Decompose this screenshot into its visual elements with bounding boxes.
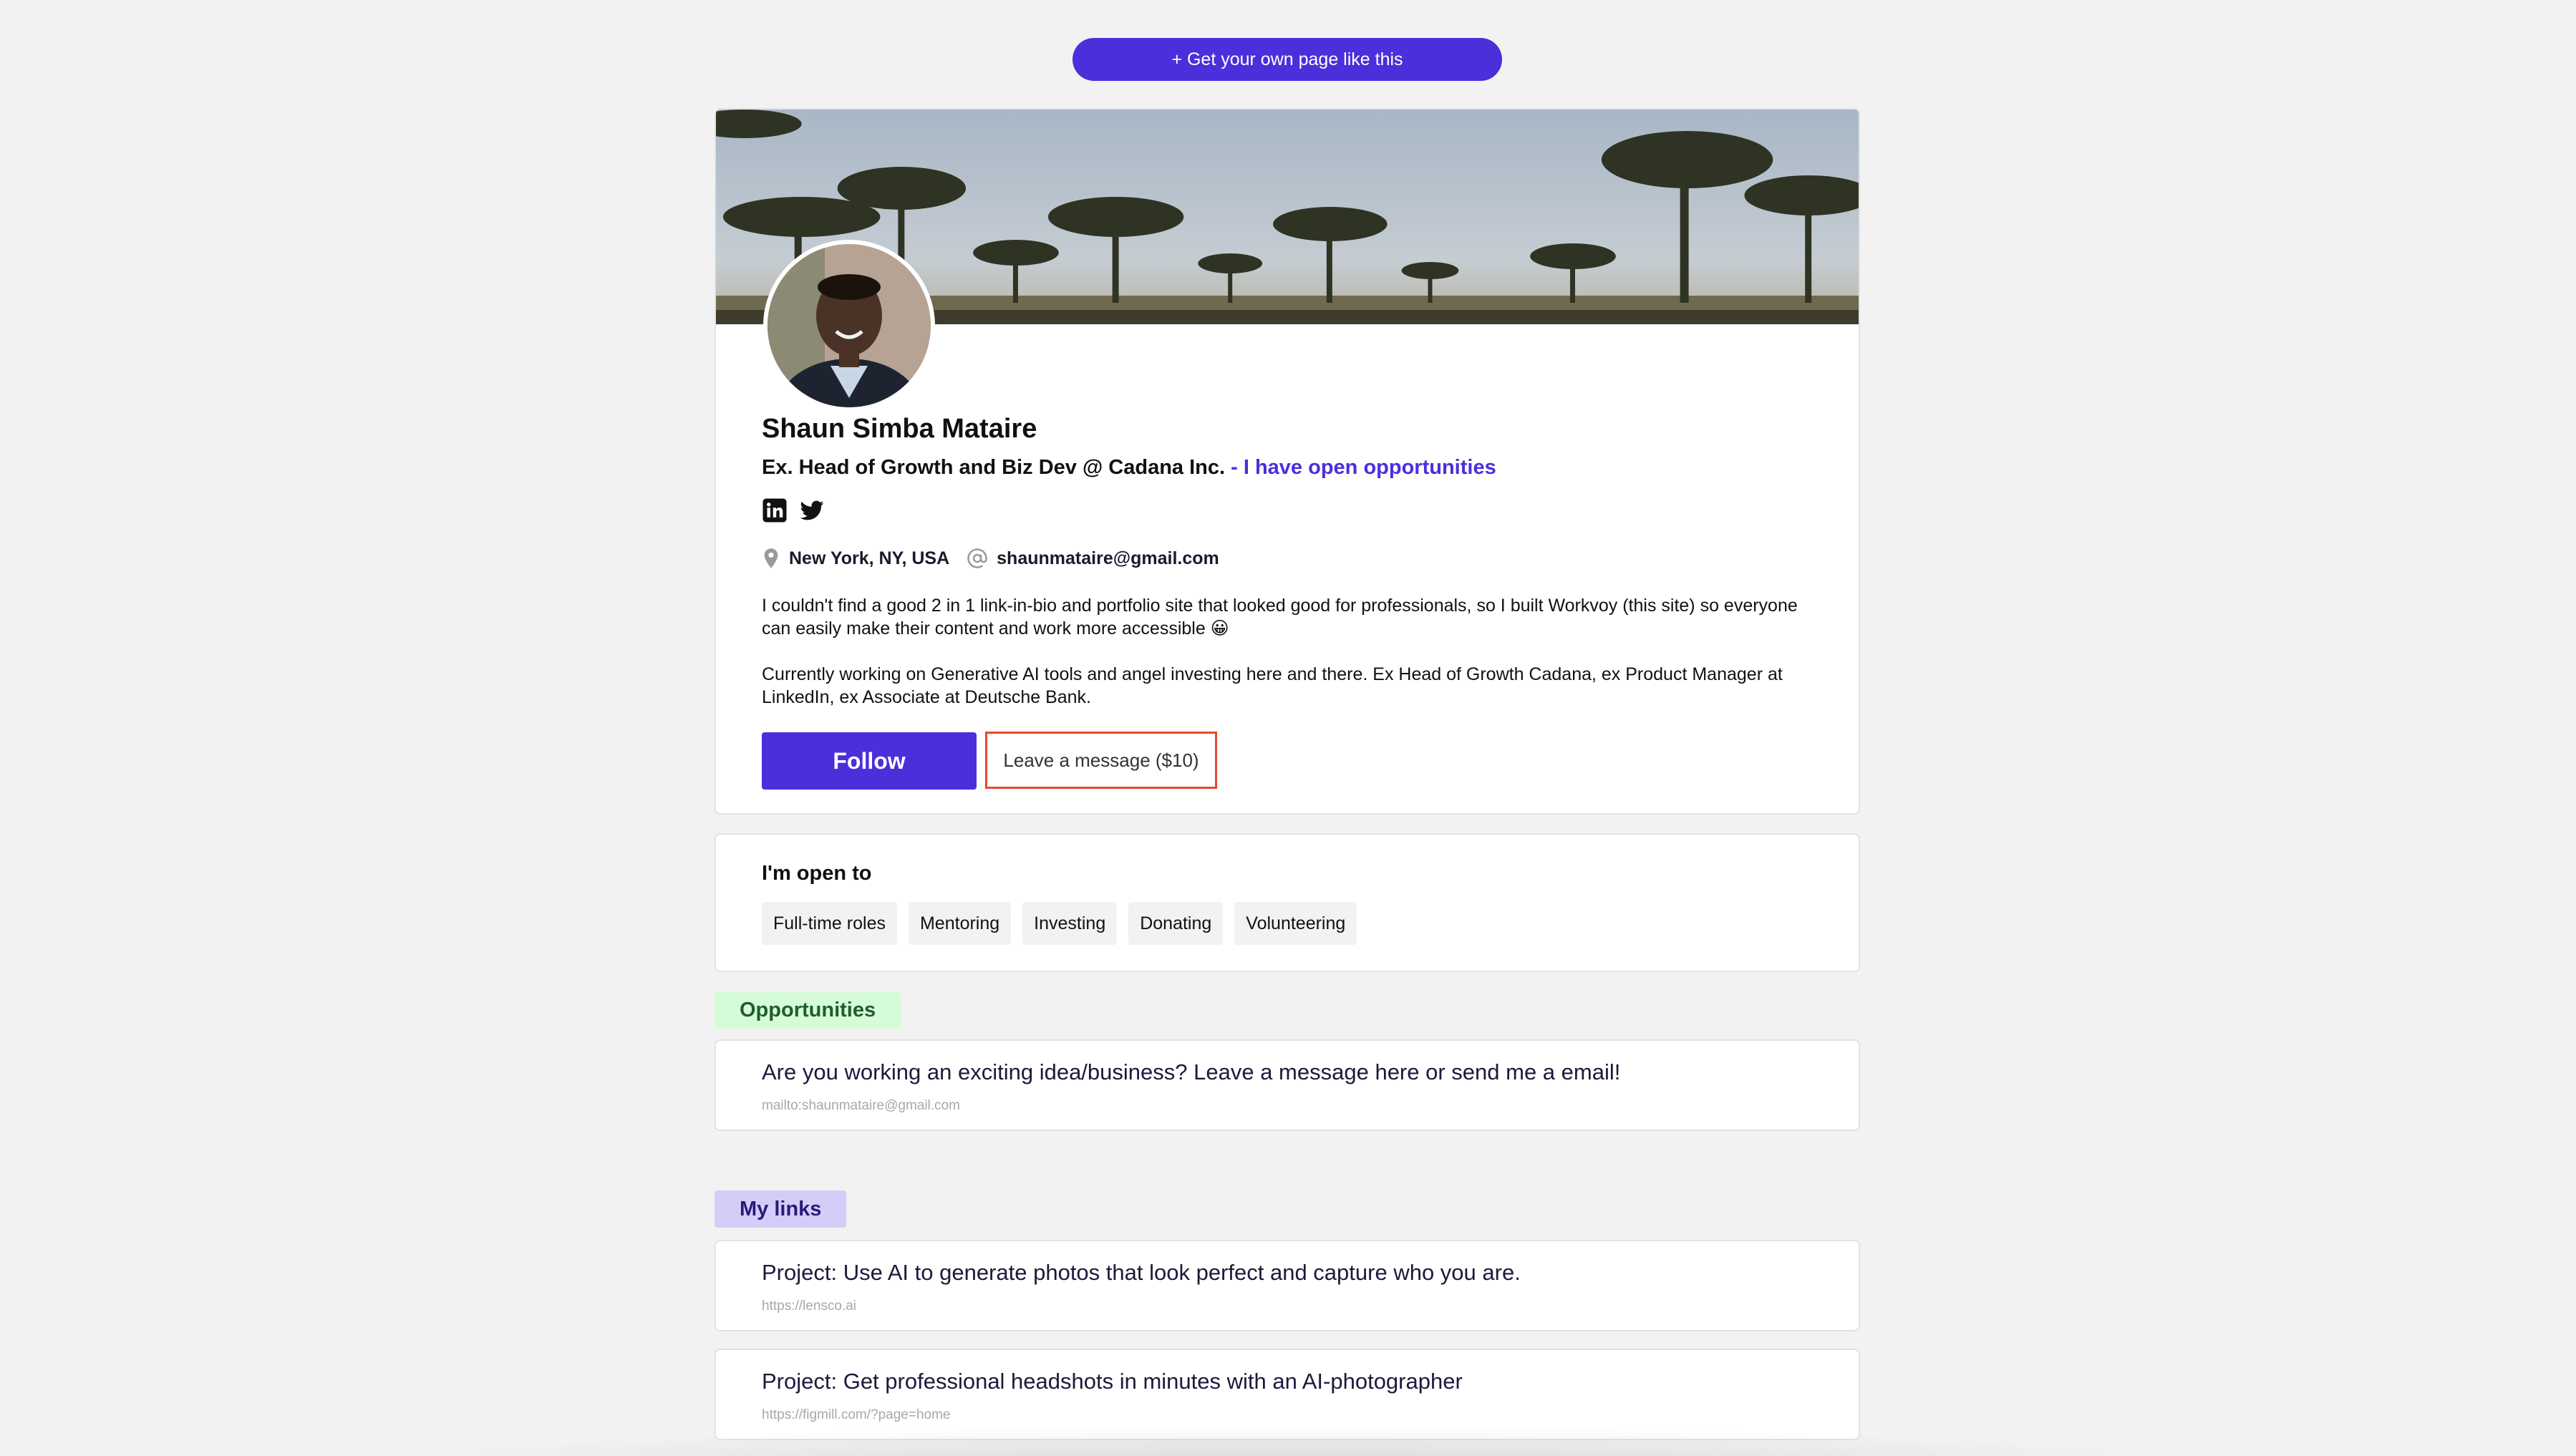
opportunities-section-tag: Opportunities [715,991,901,1029]
profile-meta: New York, NY, USA shaunmataire@gmail.com [762,548,1219,569]
open-to-title: I'm open to [762,862,872,885]
follow-button[interactable]: Follow [762,732,977,790]
link-url: https://figmill.com/?page=home [762,1407,951,1422]
link-url: https://lensco.ai [762,1299,857,1314]
open-to-card: I'm open to Full-time roles Mentoring In… [715,833,1860,972]
leave-message-button[interactable]: Leave a message ($10) [985,732,1217,789]
chip-mentoring: Mentoring [908,902,1012,945]
headline-text: Ex. Head of Growth and Biz Dev @ Cadana … [762,456,1226,479]
email-link[interactable]: shaunmataire@gmail.com [997,548,1219,569]
location-text: New York, NY, USA [789,548,950,568]
page: + Get your own page like this Shaun Simb… [0,0,2576,1456]
profile-headline: Ex. Head of Growth and Biz Dev @ Cadana … [762,456,1496,480]
at-sign-icon [967,548,987,568]
twitter-icon[interactable] [799,498,825,523]
chip-donating: Donating [1128,902,1224,945]
link-url: mailto:shaunmataire@gmail.com [762,1098,960,1113]
bio-paragraph: Currently working on Generative AI tools… [762,664,1783,707]
bio-paragraph: I couldn't find a good 2 in 1 link-in-bi… [762,596,1798,639]
chip-volunteering: Volunteering [1234,902,1357,945]
link-title: Project: Get professional headshots in m… [762,1369,1463,1394]
open-opportunities-link[interactable]: I have open opportunities [1244,456,1496,479]
get-your-own-page-button[interactable]: + Get your own page like this [1072,38,1502,81]
headline-separator: - [1225,456,1244,479]
social-links [762,498,825,523]
chip-investing: Investing [1022,902,1118,945]
opportunity-link-card[interactable]: Are you working an exciting idea/busines… [715,1039,1860,1131]
avatar [763,240,935,412]
location-pin-icon [764,548,778,568]
link-title: Are you working an exciting idea/busines… [762,1059,1621,1084]
profile-name: Shaun Simba Mataire [762,414,1037,444]
my-links-section-tag: My links [715,1190,847,1228]
bottom-shadow [358,1425,2219,1456]
profile-card: Shaun Simba Mataire Ex. Head of Growth a… [715,108,1860,815]
link-title: Project: Use AI to generate photos that … [762,1260,1521,1285]
link-card[interactable]: Project: Use AI to generate photos that … [715,1240,1860,1331]
chip-full-time-roles: Full-time roles [762,902,897,945]
linkedin-icon[interactable] [762,498,788,523]
open-to-chips: Full-time roles Mentoring Investing Dona… [762,902,1357,945]
